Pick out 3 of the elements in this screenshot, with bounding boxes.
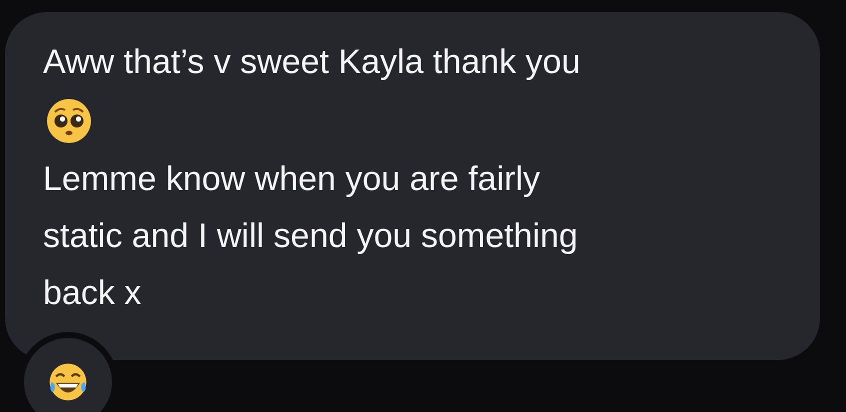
message-text: Lemme know when you are fairly static and I will send you something back x <box>43 159 578 314</box>
message-text: Aww that’s v sweet Kayla thank you <box>43 42 580 83</box>
pleading-face-icon <box>45 97 93 145</box>
